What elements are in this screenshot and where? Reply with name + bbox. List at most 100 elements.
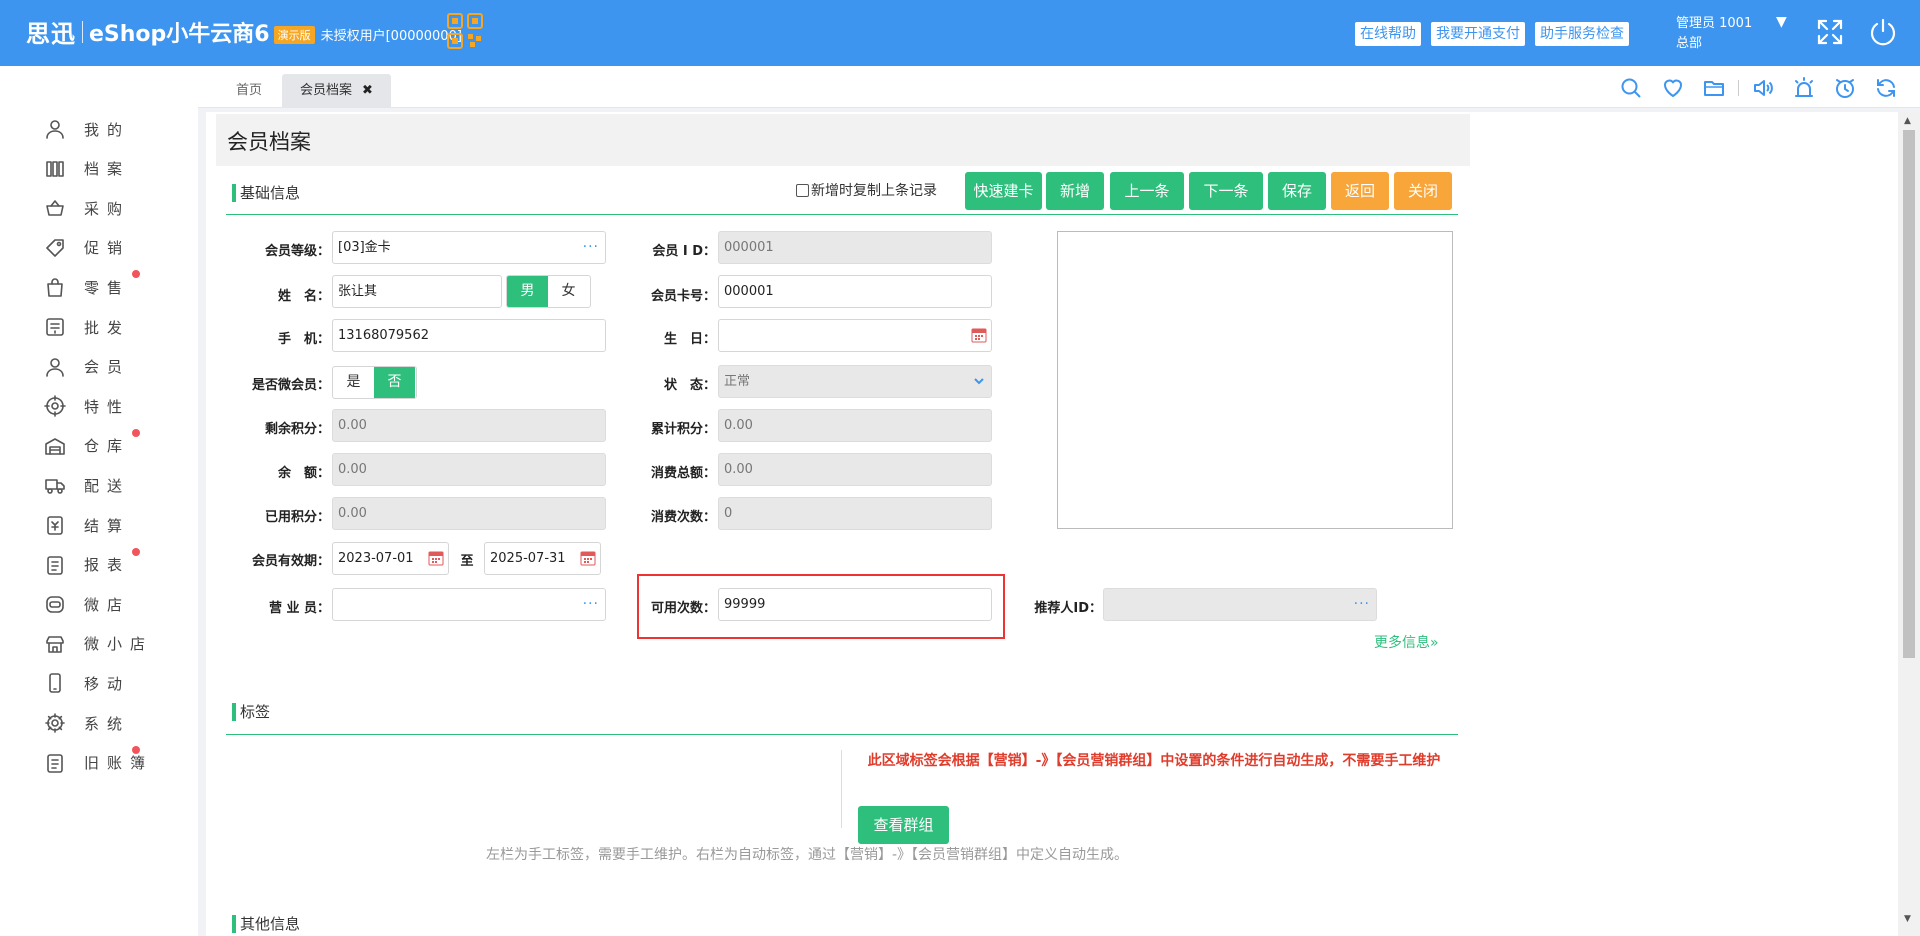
- more-icon[interactable]: ···: [583, 232, 599, 263]
- sidebar-item[interactable]: 旧账簿: [44, 745, 153, 778]
- wechat-yes-option[interactable]: 是: [333, 367, 374, 398]
- save-button[interactable]: 保存: [1268, 172, 1326, 210]
- copy-last-record-checkbox[interactable]: 新增时复制上条记录: [796, 180, 937, 200]
- fullscreen-icon[interactable]: [1815, 17, 1845, 47]
- spend-count-value: 0: [724, 506, 733, 521]
- sidebar-item[interactable]: 移动: [44, 668, 130, 698]
- chevron-down-icon[interactable]: [973, 375, 985, 387]
- tab-home[interactable]: 首页: [218, 74, 280, 108]
- folder-icon[interactable]: [1702, 76, 1726, 100]
- sidebar-item[interactable]: 会员: [44, 352, 130, 382]
- refresh-icon[interactable]: [1874, 76, 1898, 100]
- balance-value: 0.00: [338, 462, 367, 477]
- sidebar-item-label: 微小店: [84, 635, 154, 654]
- sidebar-item[interactable]: 采购: [44, 193, 130, 223]
- gender-female-option[interactable]: 女: [548, 276, 589, 307]
- spend-count-label: 消费次数：: [650, 510, 716, 525]
- speaker-icon[interactable]: [1751, 76, 1775, 100]
- member-level-field[interactable]: [03]金卡 ···: [332, 231, 606, 264]
- more-icon[interactable]: ···: [583, 589, 599, 620]
- valid-from-field[interactable]: 2023-07-01: [332, 542, 449, 575]
- calendar-icon[interactable]: [428, 550, 444, 566]
- sidebar-item[interactable]: 结算: [44, 510, 130, 540]
- sidebar-item-label: 批发: [84, 318, 131, 337]
- salesperson-field[interactable]: ···: [332, 588, 606, 621]
- sidebar-item[interactable]: 系统: [44, 708, 130, 738]
- user-name: 管理员 1001: [1676, 16, 1753, 31]
- remain-points-label: 剩余积分：: [264, 422, 330, 437]
- name-label: 姓 名：: [277, 289, 330, 304]
- balance-field: 0.00: [332, 453, 606, 486]
- qrcode-icon[interactable]: [446, 12, 484, 50]
- tag-column-divider: [841, 750, 842, 828]
- brand-separator: [82, 20, 83, 43]
- favorite-icon[interactable]: [1661, 76, 1685, 100]
- status-label: 状 态：: [663, 378, 716, 393]
- tab-member-archive[interactable]: 会员档案 ✖: [282, 74, 391, 108]
- gender-male-option[interactable]: 男: [507, 276, 548, 307]
- wechat-no-option[interactable]: 否: [374, 367, 415, 398]
- more-icon[interactable]: ···: [1354, 589, 1370, 620]
- sidebar-item[interactable]: 仓库: [44, 428, 140, 461]
- birthday-field[interactable]: [718, 319, 992, 352]
- sidebar-item[interactable]: 配送: [44, 470, 130, 500]
- user-menu[interactable]: 管理员 1001 总部: [1676, 14, 1752, 54]
- calendar-icon[interactable]: [580, 550, 596, 566]
- valid-to-field[interactable]: 2025-07-31: [484, 542, 601, 575]
- close-icon[interactable]: ✖: [362, 83, 373, 98]
- section-basic-info: 基础信息: [232, 184, 300, 202]
- sidebar-item[interactable]: 特性: [44, 391, 130, 421]
- service-check-link[interactable]: 助手服务检查: [1535, 22, 1629, 46]
- sidebar-item[interactable]: 促销: [44, 233, 130, 263]
- clock-icon[interactable]: [1833, 76, 1857, 100]
- wechat-member-toggle[interactable]: 是 否: [332, 366, 417, 399]
- top-links: 在线帮助 我要开通支付 助手服务检查: [1355, 22, 1629, 46]
- card-no-field[interactable]: 000001: [718, 275, 992, 308]
- more-info-link[interactable]: 更多信息»: [1374, 632, 1439, 652]
- add-button[interactable]: 新增: [1046, 172, 1104, 210]
- scroll-down-icon[interactable]: ▼: [1904, 914, 1911, 924]
- sidebar-item[interactable]: 报表: [44, 547, 140, 580]
- used-points-label: 已用积分：: [264, 510, 330, 525]
- power-icon[interactable]: [1868, 17, 1898, 47]
- sidebar-item[interactable]: 微店: [44, 589, 130, 619]
- member-photo[interactable]: [1057, 231, 1453, 529]
- used-points-value: 0.00: [338, 506, 367, 521]
- tab-home-label: 首页: [236, 83, 263, 98]
- archive-icon: [44, 158, 66, 180]
- scroll-up-icon[interactable]: ▲: [1904, 116, 1911, 126]
- online-help-link[interactable]: 在线帮助: [1355, 22, 1421, 46]
- sidebar-item[interactable]: 微小店: [44, 629, 153, 659]
- notification-dot: [132, 745, 140, 754]
- scrollbar-thumb[interactable]: [1903, 130, 1915, 658]
- calendar-icon[interactable]: [971, 327, 987, 343]
- next-record-button[interactable]: 下一条: [1189, 172, 1263, 210]
- close-button[interactable]: 关闭: [1394, 172, 1452, 210]
- sidebar-item[interactable]: 档案: [44, 154, 130, 184]
- view-group-button[interactable]: 查看群组: [858, 806, 949, 844]
- used-points-field: 0.00: [332, 497, 606, 530]
- open-payment-link[interactable]: 我要开通支付: [1431, 22, 1525, 46]
- toolbar-divider: [1738, 80, 1739, 96]
- prev-record-button[interactable]: 上一条: [1110, 172, 1184, 210]
- quick-card-button[interactable]: 快速建卡: [965, 172, 1042, 210]
- referrer-field[interactable]: ···: [1103, 588, 1377, 621]
- checkbox-box[interactable]: [796, 183, 809, 197]
- back-button[interactable]: 返回: [1331, 172, 1389, 210]
- sidebar-item-label: 仓库: [84, 437, 131, 456]
- gender-toggle[interactable]: 男 女: [506, 275, 591, 308]
- status-select[interactable]: 正常: [718, 365, 992, 398]
- chevron-down-icon[interactable]: ▼: [1776, 14, 1787, 30]
- sidebar-item-label: 结算: [84, 516, 131, 535]
- total-points-field: 0.00: [718, 409, 992, 442]
- alarm-light-icon[interactable]: [1792, 76, 1816, 100]
- warehouse-icon: [44, 435, 66, 457]
- name-field[interactable]: 张让其: [332, 275, 502, 308]
- sidebar-item[interactable]: 批发: [44, 312, 130, 342]
- search-icon[interactable]: [1619, 76, 1643, 100]
- valid-to-value: 2025-07-31: [490, 551, 566, 566]
- sidebar-item[interactable]: 零售: [44, 270, 140, 302]
- available-count-field[interactable]: 99999: [718, 588, 992, 621]
- phone-field[interactable]: 13168079562: [332, 319, 606, 352]
- sidebar-item[interactable]: 我的: [44, 114, 130, 144]
